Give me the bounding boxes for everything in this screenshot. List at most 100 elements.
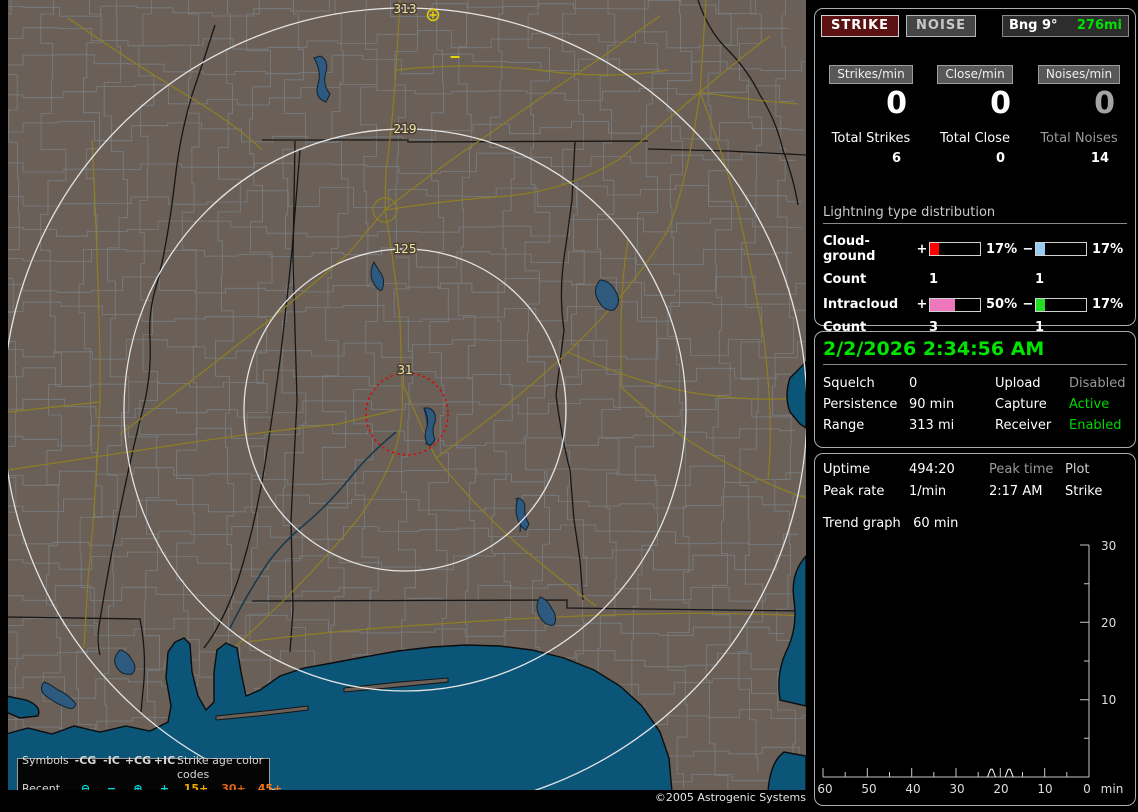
cg-positive-count: 1 bbox=[929, 272, 939, 287]
recent-ncg-icon: ⊖ bbox=[80, 781, 91, 791]
trend-graph-window: 60 min bbox=[913, 516, 959, 531]
bearing-distance: 276mi bbox=[1076, 18, 1122, 33]
map-legend: Symbols -CG -IC +CG +IC Strike age color… bbox=[17, 754, 282, 791]
recent-pic-icon: + bbox=[159, 781, 170, 791]
lightning-map[interactable]: 313 219 125 31 Symbols -CG -IC +CG +IC S… bbox=[8, 0, 806, 790]
range-label: Range bbox=[823, 418, 865, 433]
xtick-30: 30 bbox=[949, 782, 964, 796]
squelch-label: Squelch bbox=[823, 376, 875, 391]
nexstorm-app: { "map": { "ring_labels": ["313", "219",… bbox=[0, 0, 1138, 812]
xtick-10: 10 bbox=[1037, 782, 1052, 796]
ytick-30: 30 bbox=[1101, 539, 1116, 553]
total-strikes-label: Total Strikes bbox=[831, 131, 911, 146]
noise-mode-button[interactable]: NOISE bbox=[906, 15, 977, 37]
plot-value: Strike bbox=[1065, 484, 1103, 499]
xtick-40: 40 bbox=[905, 782, 920, 796]
range-value: 313 mi bbox=[909, 418, 955, 433]
age-15: 15+ bbox=[183, 781, 209, 791]
squelch-value: 0 bbox=[909, 376, 918, 391]
cloud-ground-count-row: Count 1 1 bbox=[823, 272, 1127, 287]
peak-time-label: Peak time bbox=[989, 462, 1054, 477]
peak-rate-value: 1/min bbox=[909, 484, 947, 499]
xtick-20: 20 bbox=[993, 782, 1008, 796]
intracloud-row: Intracloud + 50% − 17% bbox=[823, 297, 1127, 312]
uptime-label: Uptime bbox=[823, 462, 871, 477]
close-per-min-chip: Close/min bbox=[937, 65, 1013, 84]
intracloud-label: Intracloud bbox=[823, 297, 899, 312]
upload-value: Disabled bbox=[1069, 376, 1126, 391]
receiver-label: Receiver bbox=[995, 418, 1052, 433]
legend-row-recent-label: Recent bbox=[22, 781, 61, 791]
ring-label-31: 31 bbox=[397, 363, 412, 377]
datetime-display: 2/2/2026 2:34:56 AM bbox=[823, 338, 1127, 365]
recent-nic-icon: − bbox=[106, 781, 117, 791]
upload-label: Upload bbox=[995, 376, 1041, 391]
xtick-0: 0 bbox=[1083, 782, 1091, 796]
age-45: 45+ bbox=[257, 781, 283, 791]
uptime-value: 494:20 bbox=[909, 462, 955, 477]
trend-graph: 60 50 40 30 20 10 0 min 30 20 10 bbox=[817, 539, 1124, 796]
distribution-header: Lightning type distribution bbox=[823, 205, 1127, 224]
bearing-label: Bng 9° bbox=[1009, 18, 1058, 33]
cloud-ground-row: Cloud-ground + 17% − 17% bbox=[823, 234, 1127, 264]
ring-label-125: 125 bbox=[394, 242, 417, 256]
strike-stats-panel: STRIKE NOISE Bng 9° 276mi Strikes/min Cl… bbox=[814, 8, 1136, 335]
plot-label: Plot bbox=[1065, 462, 1090, 477]
legend-col-pcg: +CG bbox=[124, 753, 152, 767]
peak-rate-label: Peak rate bbox=[823, 484, 885, 499]
ring-label-313: 313 bbox=[394, 2, 417, 16]
cg-negative-pct: 17% bbox=[1092, 241, 1124, 257]
mode-button-row: STRIKE NOISE Bng 9° 276mi bbox=[821, 15, 1129, 37]
legend-col-nic: -IC bbox=[103, 753, 120, 767]
count-label: Count bbox=[823, 272, 867, 287]
total-strikes-value: 6 bbox=[891, 151, 901, 166]
total-close-label: Total Close bbox=[940, 131, 1010, 146]
capture-label: Capture bbox=[995, 397, 1047, 412]
ring-label-219: 219 bbox=[394, 122, 417, 136]
ytick-10: 10 bbox=[1101, 693, 1116, 707]
noises-per-min-chip: Noises/min bbox=[1037, 65, 1121, 84]
persistence-value: 90 min bbox=[909, 397, 955, 412]
legend-col-ncg: -CG bbox=[74, 753, 97, 767]
status-grid: Squelch 0 Upload Disabled Persistence 90… bbox=[823, 376, 1129, 433]
minus-sign: − bbox=[1022, 241, 1034, 257]
ytick-20: 20 bbox=[1101, 616, 1116, 630]
strike-mode-button[interactable]: STRIKE bbox=[821, 15, 900, 37]
minus-sign: − bbox=[1022, 297, 1034, 312]
x-unit: min bbox=[1101, 782, 1124, 796]
cg-negative-bar bbox=[1035, 242, 1087, 256]
map-canvas[interactable]: 313 219 125 31 bbox=[8, 0, 806, 790]
receiver-value: Enabled bbox=[1069, 418, 1122, 433]
ic-positive-bar bbox=[929, 297, 981, 312]
recent-pcg-icon: ⊕ bbox=[133, 781, 143, 791]
cg-positive-bar bbox=[929, 242, 981, 256]
total-noises-label: Total Noises bbox=[1040, 131, 1118, 146]
ic-negative-pct: 17% bbox=[1092, 297, 1124, 312]
trend-panel: Uptime 494:20 Peak time Plot Peak rate 1… bbox=[814, 453, 1136, 806]
age-30: 30+ bbox=[221, 781, 246, 791]
trend-graph-label-row: Trend graph 60 min bbox=[823, 516, 958, 531]
plus-sign: + bbox=[916, 297, 928, 312]
bearing-display: Bng 9° 276mi bbox=[1002, 15, 1129, 37]
total-close-value: 0 bbox=[995, 151, 1005, 166]
xtick-60: 60 bbox=[817, 782, 832, 796]
cloud-ground-label: Cloud-ground bbox=[823, 234, 876, 264]
lightning-distribution: Lightning type distribution Cloud-ground… bbox=[823, 205, 1127, 335]
ic-negative-bar bbox=[1035, 297, 1087, 312]
uptime-grid: Uptime 494:20 Peak time Plot Peak rate 1… bbox=[823, 462, 1129, 499]
strikes-per-min-value: 0 bbox=[886, 86, 907, 121]
cg-positive-pct: 17% bbox=[986, 241, 1018, 257]
rate-counters: Strikes/min Close/min Noises/min 0 0 0 T… bbox=[819, 63, 1131, 166]
strikes-per-min-chip: Strikes/min bbox=[829, 65, 913, 84]
persistence-label: Persistence bbox=[823, 397, 898, 412]
ic-positive-pct: 50% bbox=[986, 297, 1018, 312]
peak-time-value: 2:17 AM bbox=[989, 484, 1043, 499]
total-noises-value: 14 bbox=[1090, 151, 1109, 166]
legend-symbols-header: Symbols bbox=[22, 753, 69, 767]
xtick-50: 50 bbox=[861, 782, 876, 796]
legend-col-pic: +IC bbox=[153, 753, 176, 767]
status-panel: 2/2/2026 2:34:56 AM Squelch 0 Upload Dis… bbox=[814, 331, 1136, 448]
plus-sign: + bbox=[916, 241, 928, 257]
noises-per-min-value: 0 bbox=[1094, 86, 1115, 121]
capture-value: Active bbox=[1069, 397, 1110, 412]
